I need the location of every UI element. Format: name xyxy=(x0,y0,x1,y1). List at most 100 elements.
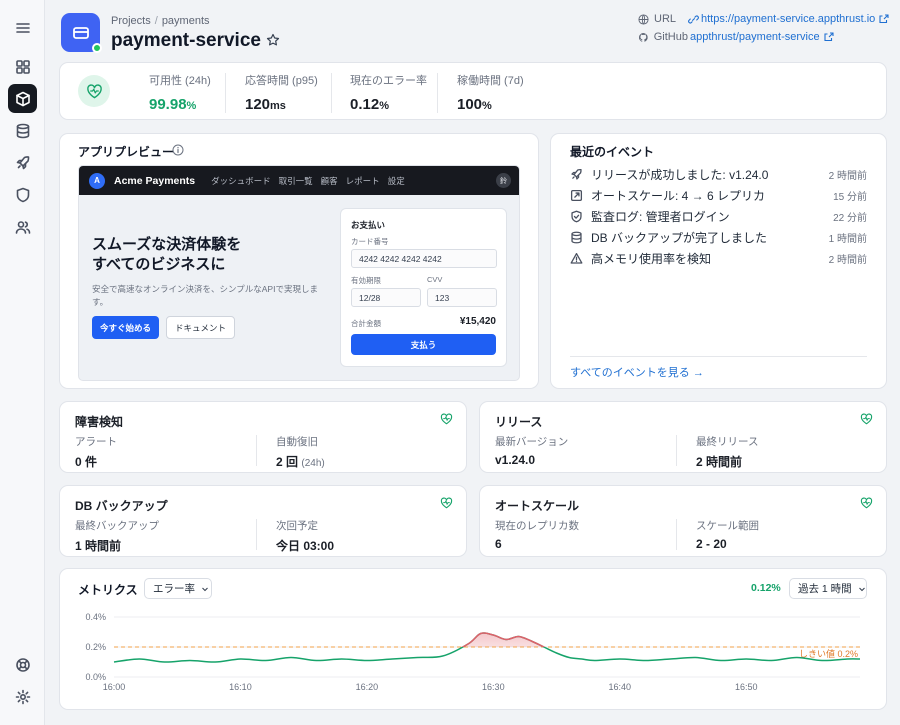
metric-select[interactable]: エラー率 xyxy=(144,578,212,599)
event-text: 高メモリ使用率を検知 xyxy=(591,251,712,266)
last-release-stat: 最終リリース 2 時間前 xyxy=(696,436,759,469)
health-badge xyxy=(78,75,110,107)
current-metric-value: 0.12% xyxy=(751,582,781,594)
stat-value: 99.98% xyxy=(149,96,197,113)
divider xyxy=(331,73,332,113)
x-tick-label: 16:10 xyxy=(229,682,252,692)
shield-icon[interactable] xyxy=(8,180,37,209)
stat-latency: 応答時間 (p95) 120ms xyxy=(245,72,318,113)
heart-pulse-icon xyxy=(860,497,873,509)
current-replicas-stat: 現在のレプリカ数 6 xyxy=(495,520,579,551)
app-preview: A Acme Payments ダッシュボード 取引一覧 顧客 レポート 設定 … xyxy=(78,165,520,381)
breadcrumb-payments[interactable]: payments xyxy=(162,15,210,27)
breadcrumb-projects[interactable]: Projects xyxy=(111,15,151,27)
y-tick-label: 0.0% xyxy=(85,672,106,682)
settings-icon[interactable] xyxy=(8,682,37,711)
total-label: 合計金額 xyxy=(351,319,381,328)
url-label: URL xyxy=(654,13,677,25)
preview-user-avatar[interactable]: 鈴 xyxy=(496,173,511,188)
url-row: URL https://payment-service.appthrust.io xyxy=(638,13,889,25)
latest-version-stat: 最新バージョン v1.24.0 xyxy=(495,436,569,467)
preview-subtext: 安全で高速なオンライン決済を、シンプルなAPIで実現します。 xyxy=(92,284,318,307)
divider xyxy=(570,356,867,357)
preview-nav-reports[interactable]: レポート xyxy=(346,175,380,187)
event-text: DB バックアップが完了しました xyxy=(591,230,768,245)
card-number-field[interactable]: 4242 4242 4242 4242 xyxy=(351,249,497,268)
dashboard-icon[interactable] xyxy=(8,52,37,81)
threshold-label: しきい値 0.2% xyxy=(799,648,858,659)
preview-cta-primary[interactable]: 今すぐ始める xyxy=(92,316,159,339)
preview-nav-customers[interactable]: 顧客 xyxy=(321,175,338,187)
event-time: 2 時間前 xyxy=(828,170,867,182)
stat-error-rate: 現在のエラー率 0.12% xyxy=(350,72,427,113)
card-title: オートスケール xyxy=(495,499,580,513)
stat-value: 0.12% xyxy=(350,96,389,113)
x-tick-label: 16:50 xyxy=(735,682,758,692)
globe-icon xyxy=(638,13,649,25)
event-time: 2 時間前 xyxy=(828,254,867,266)
divider xyxy=(256,435,257,466)
y-tick-label: 0.4% xyxy=(85,612,106,622)
next-backup-stat: 次回予定 今日 03:00 xyxy=(276,520,335,553)
metrics-title: メトリクス xyxy=(78,583,138,597)
cvv-label: CVV xyxy=(427,275,443,284)
expiry-field[interactable]: 12/28 xyxy=(351,288,421,307)
scale-range-stat: スケール範囲 2 - 20 xyxy=(696,520,759,551)
warning-icon xyxy=(570,252,583,264)
help-icon[interactable] xyxy=(8,650,37,679)
view-all-events-link[interactable]: すべてのイベントを見る → xyxy=(570,364,704,380)
preview-title: アプリプレビュー xyxy=(78,145,175,159)
y-tick-label: 0.2% xyxy=(85,642,106,652)
event-time: 15 分前 xyxy=(833,191,867,203)
card-title: リリース xyxy=(495,415,543,429)
preview-cta-secondary[interactable]: ドキュメント xyxy=(166,316,235,339)
divider xyxy=(676,519,677,550)
users-icon[interactable] xyxy=(8,212,37,241)
github-row: GitHub appthrust/payment-service xyxy=(638,31,834,43)
card-title: DB バックアップ xyxy=(75,499,168,513)
cvv-field[interactable]: 123 xyxy=(427,288,497,307)
heart-pulse-icon xyxy=(440,413,453,425)
event-item[interactable]: オートスケール: 4 → 6 レプリカ 15 分前 xyxy=(570,187,867,203)
event-text: 監査ログ: 管理者ログイン xyxy=(591,209,730,224)
stat-label: 現在のエラー率 xyxy=(350,75,427,87)
preview-nav-dashboard[interactable]: ダッシュボード xyxy=(211,175,271,187)
incident-card: 障害検知 アラート 0 件 自動復旧 2 回 (24h) xyxy=(59,401,467,473)
rocket-icon[interactable] xyxy=(8,148,37,177)
shield-check-icon xyxy=(571,210,582,222)
event-item[interactable]: 高メモリ使用率を検知 2 時間前 xyxy=(570,250,867,266)
preview-nav-transactions[interactable]: 取引一覧 xyxy=(279,175,313,187)
external-link-icon[interactable] xyxy=(879,14,889,24)
stat-label: 応答時間 (p95) xyxy=(245,75,318,87)
event-item[interactable]: 監査ログ: 管理者ログイン 22 分前 xyxy=(570,208,867,224)
time-range-select[interactable]: 過去 1 時間 xyxy=(789,578,867,599)
last-backup-stat: 最終バックアップ 1 時間前 xyxy=(75,520,159,553)
preview-logo: A xyxy=(89,172,105,189)
package-icon[interactable] xyxy=(8,84,37,113)
github-label: GitHub xyxy=(653,31,688,43)
github-icon xyxy=(638,32,648,42)
preview-brand: Acme Payments xyxy=(114,174,196,187)
event-item[interactable]: リリースが成功しました: v1.24.0 2 時間前 xyxy=(570,166,867,182)
breadcrumb-separator: / xyxy=(154,15,158,27)
link-icon xyxy=(688,14,699,24)
url-link[interactable]: https://payment-service.appthrust.io xyxy=(701,13,875,25)
stat-value: 100% xyxy=(457,96,492,113)
event-item[interactable]: DB バックアップが完了しました 1 時間前 xyxy=(570,229,867,245)
github-link[interactable]: appthrust/payment-service xyxy=(690,31,820,43)
event-text: オートスケール: 4 → 6 レプリカ xyxy=(591,188,766,203)
heart-pulse-icon xyxy=(440,497,453,509)
stat-uptime: 稼働時間 (7d) 100% xyxy=(457,72,524,113)
menu-icon[interactable] xyxy=(8,13,37,42)
event-text: リリースが成功しました: v1.24.0 xyxy=(591,167,769,182)
rocket-icon xyxy=(571,168,582,180)
info-icon[interactable] xyxy=(172,144,184,156)
preview-nav-settings[interactable]: 設定 xyxy=(388,175,405,187)
external-link-icon[interactable] xyxy=(824,32,834,42)
chevron-down-icon xyxy=(858,587,865,591)
database-icon[interactable] xyxy=(8,116,37,145)
divider xyxy=(437,73,438,113)
star-icon[interactable] xyxy=(266,33,280,47)
pay-button[interactable]: 支払う xyxy=(351,334,496,355)
scale-icon xyxy=(570,189,583,201)
